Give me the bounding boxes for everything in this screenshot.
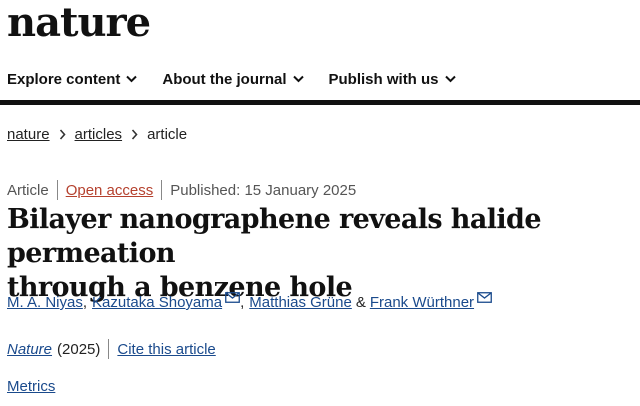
email-icon[interactable] [225,292,241,303]
citation-row: Nature (2025) Cite this article [7,339,216,359]
chevron-right-icon [59,129,66,140]
nav-explore-content[interactable]: Explore content [7,70,138,88]
nav-about-journal-label: About the journal [162,70,287,88]
chevron-down-icon [126,75,138,83]
breadcrumb-nature-link[interactable]: nature [7,126,50,143]
published-date: Published: 15 January 2025 [170,181,357,199]
nav-divider [0,100,640,105]
article-title-line-1: Bilayer nanographene reveals halide perm… [7,204,542,269]
nav-publish-with-us[interactable]: Publish with us [329,71,456,88]
breadcrumb-current: article [147,126,188,143]
article-type: Article [7,181,49,199]
author-link[interactable]: Frank Würthner [370,294,474,311]
author-link[interactable]: M. A. Niyas [7,294,83,311]
article-meta: Article Open access Published: 15 Januar… [7,180,356,200]
author-list: M. A. Niyas , Kazutaka Shoyama , Matthia… [7,292,492,311]
citation-divider [108,339,110,359]
nature-logo[interactable]: nature [7,0,151,46]
author-link[interactable]: Matthias Grüne [249,294,352,311]
open-access-link[interactable]: Open access [66,182,154,199]
article-title: Bilayer nanographene reveals halide perm… [7,203,639,305]
chevron-right-icon [131,129,138,140]
main-nav: Explore content About the journal Publis… [0,58,640,100]
author-separator: , [82,294,88,311]
metrics-section: Metrics [7,378,55,395]
journal-link[interactable]: Nature [7,341,52,358]
chevron-down-icon [444,75,456,83]
nav-explore-content-label: Explore content [7,70,121,88]
meta-divider [56,180,58,200]
cite-this-article-link[interactable]: Cite this article [117,341,215,358]
citation-year: (2025) [57,340,101,358]
meta-divider [161,180,163,200]
breadcrumb-articles-link[interactable]: articles [75,126,123,143]
nav-about-journal[interactable]: About the journal [162,70,304,88]
breadcrumb: nature articles article [7,126,187,143]
author-ampersand: & [355,294,366,311]
author-separator: , [240,294,245,311]
nav-publish-with-us-label: Publish with us [328,70,439,88]
email-icon[interactable] [477,292,492,303]
author-link[interactable]: Kazutaka Shoyama [92,294,222,311]
chevron-down-icon [292,75,304,83]
metrics-link[interactable]: Metrics [7,378,55,395]
